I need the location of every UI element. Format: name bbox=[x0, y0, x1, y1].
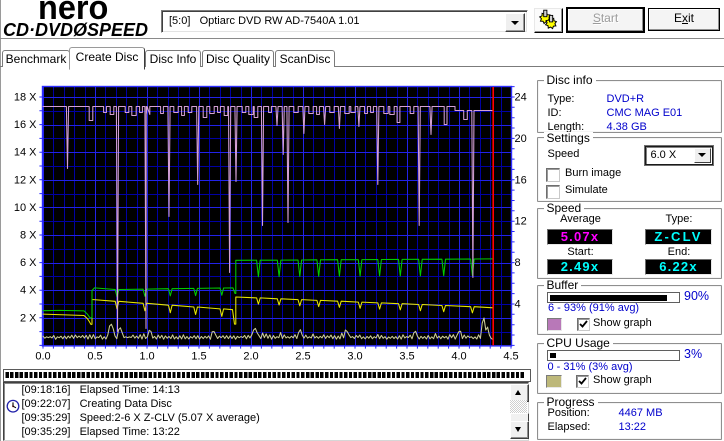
svg-text:16 X: 16 X bbox=[14, 119, 37, 131]
svg-text:1.0: 1.0 bbox=[139, 351, 154, 363]
svg-text:18 X: 18 X bbox=[14, 92, 37, 104]
svg-text:8: 8 bbox=[515, 257, 521, 269]
svg-text:12: 12 bbox=[515, 216, 527, 228]
svg-text:3.5: 3.5 bbox=[399, 351, 414, 363]
svg-text:10 X: 10 X bbox=[14, 202, 37, 214]
svg-text:14 X: 14 X bbox=[14, 147, 37, 159]
svg-text:2.0: 2.0 bbox=[243, 351, 258, 363]
svg-text:4.5: 4.5 bbox=[503, 351, 518, 363]
svg-text:8 X: 8 X bbox=[20, 230, 37, 242]
svg-text:0.0: 0.0 bbox=[35, 351, 50, 363]
svg-text:4.0: 4.0 bbox=[451, 351, 466, 363]
svg-text:1.5: 1.5 bbox=[191, 351, 206, 363]
svg-text:0.5: 0.5 bbox=[87, 351, 102, 363]
svg-text:6 X: 6 X bbox=[20, 257, 37, 269]
svg-text:3.0: 3.0 bbox=[347, 351, 362, 363]
svg-text:24: 24 bbox=[515, 92, 527, 104]
svg-text:16: 16 bbox=[515, 174, 527, 186]
svg-text:12 X: 12 X bbox=[14, 174, 37, 186]
svg-text:2 X: 2 X bbox=[20, 312, 37, 324]
svg-text:4: 4 bbox=[515, 299, 521, 311]
svg-text:4 X: 4 X bbox=[20, 285, 37, 297]
svg-text:20: 20 bbox=[515, 133, 527, 145]
svg-text:2.5: 2.5 bbox=[295, 351, 310, 363]
